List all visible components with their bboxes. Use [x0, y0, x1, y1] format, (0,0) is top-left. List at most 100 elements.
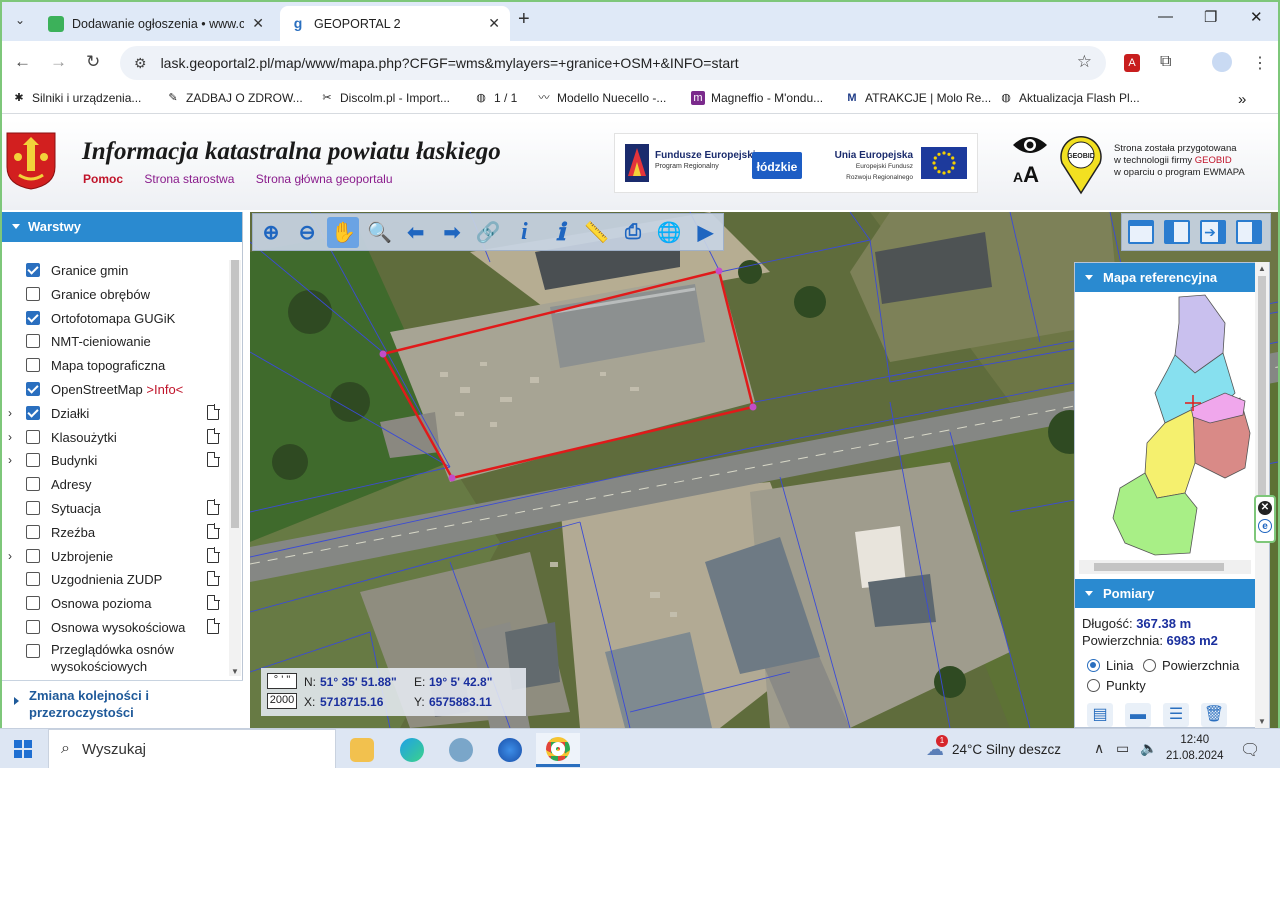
- layer-checkbox[interactable]: [26, 500, 40, 515]
- layer-legend-icon[interactable]: [207, 428, 220, 444]
- volume-icon[interactable]: 🔈: [1140, 740, 1157, 757]
- weather-widget[interactable]: ☁ 1 24°C Silny deszcz: [926, 735, 1061, 760]
- tab-dodawanie[interactable]: Dodawanie ogłoszenia • www.c ✕: [38, 6, 274, 41]
- layer-order-section[interactable]: Zmiana kolejności i przezroczystości: [2, 680, 243, 728]
- layer-item[interactable]: Uzgodnienia ZUDP: [2, 569, 226, 593]
- new-tab-icon[interactable]: +: [518, 8, 530, 31]
- back-icon[interactable]: ←: [14, 52, 31, 72]
- print-icon[interactable]: ⎙: [617, 217, 649, 248]
- camera-icon[interactable]: ▶: [689, 217, 721, 248]
- list-icon[interactable]: ☰: [1163, 703, 1189, 727]
- close-tab-icon[interactable]: ✕: [488, 15, 500, 32]
- layer-item[interactable]: Ortofotomapa GUGiK: [2, 308, 226, 332]
- layer-legend-icon[interactable]: [207, 404, 220, 420]
- layer-checkbox[interactable]: [26, 310, 40, 325]
- site-settings-icon[interactable]: ⚙: [134, 55, 147, 72]
- bookmark-star-icon[interactable]: ☆: [1077, 52, 1092, 72]
- tray-chevron-icon[interactable]: ∧: [1094, 740, 1104, 757]
- expand-layer-icon[interactable]: ›: [8, 406, 12, 420]
- coord-system-button[interactable]: 2000: [267, 693, 297, 709]
- layer-checkbox[interactable]: [26, 596, 40, 611]
- layout-right-panel-icon[interactable]: [1236, 220, 1262, 244]
- bookmark-item[interactable]: m Magneffio - M'ondu...: [691, 91, 823, 105]
- layer-item[interactable]: › Budynki: [2, 450, 226, 474]
- info-plus-icon[interactable]: ℹ: [545, 217, 577, 248]
- expand-layer-icon[interactable]: ›: [8, 549, 12, 563]
- close-tab-icon[interactable]: ✕: [252, 15, 264, 32]
- thunderbird-app[interactable]: [488, 733, 532, 767]
- pdf-extension-icon[interactable]: A: [1124, 54, 1140, 72]
- edge-e-icon[interactable]: e: [1258, 519, 1272, 533]
- expand-layer-icon[interactable]: ›: [8, 430, 12, 444]
- contrast-eye-icon[interactable]: [1012, 133, 1048, 157]
- layer-checkbox[interactable]: [26, 619, 40, 634]
- forward-icon[interactable]: →: [50, 52, 67, 72]
- layer-item[interactable]: OpenStreetMap >Info<: [2, 379, 226, 403]
- layer-item[interactable]: › Uzbrojenie: [2, 546, 226, 570]
- forward-arrow-icon[interactable]: ➡: [436, 217, 468, 248]
- bookmark-item[interactable]: ✱ Silniki i urządzenia...: [12, 91, 141, 105]
- layer-legend-icon[interactable]: [207, 499, 220, 515]
- layer-item[interactable]: Mapa topograficzna: [2, 355, 226, 379]
- zoom-in-icon[interactable]: ⊕: [255, 217, 287, 248]
- layer-item[interactable]: Granice obrębów: [2, 284, 226, 308]
- menu-kebab-icon[interactable]: ⋮: [1252, 53, 1268, 73]
- layers-panel-header[interactable]: Warstwy: [2, 212, 242, 242]
- notifications-icon[interactable]: 🗨: [1240, 740, 1260, 760]
- reload-icon[interactable]: ↻: [86, 52, 100, 72]
- bookmark-item[interactable]: ✂ Discolm.pl - Import...: [320, 91, 450, 105]
- geobid-link[interactable]: GEOBID: [1195, 155, 1232, 166]
- network-app[interactable]: [439, 733, 483, 767]
- layer-checkbox[interactable]: [26, 572, 40, 587]
- coord-format-button[interactable]: ° ' ": [267, 673, 297, 689]
- layer-item[interactable]: › Klasoużytki: [2, 427, 226, 451]
- mode-powierzchnia[interactable]: Powierzchnia: [1143, 658, 1239, 673]
- geoportal-home-link[interactable]: Strona główna geoportalu: [256, 172, 393, 186]
- radio-powierzchnia[interactable]: [1143, 659, 1156, 672]
- layer-item[interactable]: › Działki: [2, 403, 226, 427]
- starostwo-link[interactable]: Strona starostwa: [144, 172, 234, 186]
- more-bookmarks-icon[interactable]: »: [1238, 91, 1246, 108]
- refmap-header[interactable]: Mapa referencyjna: [1075, 263, 1255, 292]
- layer-checkbox[interactable]: [26, 453, 40, 468]
- info-icon[interactable]: i: [508, 217, 540, 248]
- mode-punkty[interactable]: Punkty: [1087, 678, 1146, 693]
- layer-legend-icon[interactable]: [207, 523, 220, 539]
- zoom-out-icon[interactable]: ⊖: [291, 217, 323, 248]
- tab-geoportal[interactable]: g GEOPORTAL 2 ✕: [280, 6, 510, 41]
- layers-scrollbar[interactable]: ▼: [229, 260, 241, 676]
- zoom-box-icon[interactable]: 🔍: [364, 217, 396, 248]
- layer-item[interactable]: Granice gmin: [2, 260, 226, 284]
- extensions-puzzle-icon[interactable]: ⧉: [1160, 53, 1171, 71]
- chrome-app[interactable]: [536, 733, 580, 767]
- close-circle-icon[interactable]: ✕: [1258, 501, 1272, 515]
- layer-checkbox[interactable]: [26, 548, 40, 563]
- osm-info-link[interactable]: >Info<: [146, 382, 183, 397]
- taskbar-search[interactable]: ⌕ Wyszukaj: [48, 729, 336, 768]
- bookmark-item[interactable]: ✎ ZADBAJ O ZDROW...: [166, 91, 302, 105]
- clock[interactable]: 12:40 21.08.2024: [1166, 732, 1224, 764]
- side-close-panel[interactable]: ✕ e: [1254, 495, 1276, 543]
- measure-icon[interactable]: 📏: [581, 217, 613, 248]
- file-explorer-app[interactable]: [340, 733, 384, 767]
- pomiary-header[interactable]: Pomiary: [1075, 579, 1255, 608]
- mode-linia[interactable]: Linia: [1087, 658, 1133, 673]
- layer-checkbox[interactable]: [26, 358, 40, 373]
- layer-checkbox[interactable]: [26, 643, 40, 658]
- trash-icon[interactable]: 🗑: [1201, 703, 1227, 727]
- font-size-toggle[interactable]: AA: [1013, 162, 1039, 188]
- edge-app[interactable]: [390, 733, 434, 767]
- help-link[interactable]: Pomoc: [83, 172, 123, 186]
- layer-legend-icon[interactable]: [207, 594, 220, 611]
- pan-hand-icon[interactable]: ✋: [327, 217, 360, 248]
- address-bar[interactable]: ⚙ lask.geoportal2.pl/map/www/mapa.php?CF…: [120, 46, 1106, 80]
- layer-checkbox[interactable]: [26, 263, 40, 277]
- new-document-icon[interactable]: ▤: [1087, 703, 1113, 727]
- profile-avatar-icon[interactable]: [1212, 52, 1232, 72]
- radio-punkty[interactable]: [1087, 679, 1100, 692]
- restore-icon[interactable]: ❐: [1204, 8, 1217, 26]
- layer-legend-icon[interactable]: [207, 570, 220, 587]
- layer-item[interactable]: Osnowa wysokościowa: [2, 617, 226, 641]
- layer-item[interactable]: Przeglądówka osnów wysokościowych: [2, 641, 226, 675]
- bookmark-item[interactable]: 〰 Modello Nuecello -...: [537, 91, 667, 105]
